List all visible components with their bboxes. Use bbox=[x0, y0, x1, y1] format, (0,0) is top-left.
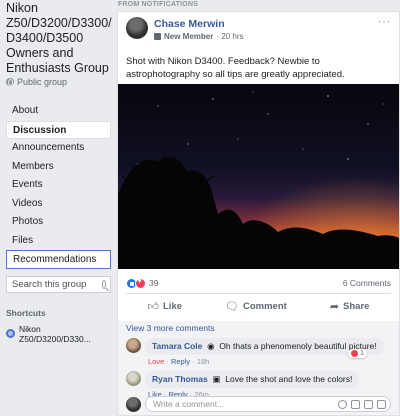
reply-link[interactable]: Reply bbox=[171, 357, 190, 366]
group-icon bbox=[6, 329, 15, 338]
nav-discussion[interactable]: Discussion bbox=[6, 120, 111, 139]
reaction-summary[interactable]: 39 6 Comments bbox=[126, 277, 391, 289]
shortcut-label: Nikon Z50/D3200/D330... bbox=[19, 323, 91, 344]
comment-reaction-count: 1 bbox=[360, 350, 364, 357]
reaction-count[interactable]: 39 bbox=[149, 278, 158, 288]
nav-photos[interactable]: Photos bbox=[6, 213, 111, 232]
globe-icon bbox=[6, 78, 14, 86]
author-block: Chase Merwin New Member · 20 hrs bbox=[154, 18, 243, 44]
group-search-input[interactable] bbox=[12, 278, 98, 290]
write-comment-box[interactable] bbox=[145, 396, 391, 412]
member-badge-icon: ◉ bbox=[204, 341, 217, 351]
nav-about[interactable]: About bbox=[6, 102, 111, 121]
post-photo[interactable] bbox=[118, 84, 399, 269]
divider bbox=[126, 293, 391, 294]
post-card: Chase Merwin New Member · 20 hrs ··· Sho… bbox=[117, 11, 400, 416]
camera-icon[interactable] bbox=[351, 399, 360, 409]
group-title[interactable]: Nikon Z50/D3200/D3300/ D3400/D3500 Owner… bbox=[6, 0, 112, 76]
view-more-comments[interactable]: View 3 more comments bbox=[126, 323, 391, 333]
comment-text: Love the shot and love the colors! bbox=[225, 374, 353, 384]
comment-button[interactable]: 🗨︎ Comment bbox=[225, 300, 287, 313]
nav-events[interactable]: Events bbox=[6, 176, 111, 195]
author-meta: New Member · 20 hrs bbox=[154, 32, 243, 41]
new-member-badge-icon bbox=[154, 33, 161, 40]
post-actions: 👍︎ Like 🗨︎ Comment ➦ Share bbox=[126, 296, 391, 316]
author-avatar[interactable] bbox=[126, 17, 148, 39]
shortcuts-heading: Shortcuts bbox=[6, 307, 46, 318]
comment-meta: Love · Reply · 18h bbox=[148, 357, 210, 366]
nav-announcements[interactable]: Announcements bbox=[6, 139, 111, 158]
commenter-name[interactable]: Ryan Thomas bbox=[152, 374, 208, 384]
group-type-label: Public group bbox=[17, 77, 68, 87]
comment-label: Comment bbox=[243, 300, 287, 312]
current-user-avatar bbox=[126, 396, 141, 412]
comment-bubble: Ryan Thomas ▣ Love the shot and love the… bbox=[145, 371, 360, 388]
speech-bubble-icon: 🗨︎ bbox=[225, 300, 239, 313]
post-header: Chase Merwin New Member · 20 hrs ··· bbox=[118, 12, 399, 44]
commenter-avatar[interactable] bbox=[126, 371, 141, 386]
love-reaction-icon bbox=[351, 350, 359, 357]
feed-column: FROM NOTIFICATIONS Chase Merwin New Memb… bbox=[117, 0, 400, 416]
love-link[interactable]: Love bbox=[148, 357, 164, 366]
night-sky-photo bbox=[118, 84, 399, 269]
comment-input[interactable] bbox=[153, 399, 334, 409]
nav-files[interactable]: Files bbox=[6, 232, 111, 251]
author-name[interactable]: Chase Merwin bbox=[154, 18, 243, 30]
commenter-avatar[interactable] bbox=[126, 338, 141, 353]
thumbs-up-icon: 👍︎ bbox=[147, 300, 160, 313]
commenter-name[interactable]: Tamara Cole bbox=[152, 341, 202, 351]
share-arrow-icon: ➦ bbox=[329, 300, 340, 313]
search-icon[interactable] bbox=[102, 279, 106, 289]
comments-count[interactable]: 6 Comments bbox=[343, 278, 391, 288]
sticker-icon[interactable] bbox=[377, 399, 386, 409]
group-type: Public group bbox=[6, 77, 111, 87]
love-reaction-icon bbox=[135, 277, 146, 289]
comments-section: View 3 more comments Tamara Cole ◉ Oh th… bbox=[118, 321, 399, 415]
nav-members[interactable]: Members bbox=[6, 158, 111, 177]
post-text: Shot with Nikon D3400. Feedback? Newbie … bbox=[126, 56, 345, 80]
share-label: Share bbox=[343, 300, 370, 312]
comment-item: Tamara Cole ◉ Oh thats a phenomenoly bea… bbox=[126, 338, 391, 366]
member-badge: New Member bbox=[164, 32, 214, 41]
share-button[interactable]: ➦ Share bbox=[330, 300, 370, 313]
group-sidebar: Nikon Z50/D3200/D3300/ D3400/D3500 Owner… bbox=[0, 0, 117, 416]
member-badge-icon: ▣ bbox=[210, 374, 223, 384]
gif-icon[interactable] bbox=[364, 399, 373, 409]
shortcut-item[interactable]: Nikon Z50/D3200/D330... bbox=[6, 324, 111, 344]
group-nav: About Discussion Announcements Members E… bbox=[6, 102, 111, 269]
comment-reaction-badge[interactable]: 1 bbox=[348, 349, 367, 358]
post-time[interactable]: 20 hrs bbox=[221, 32, 243, 41]
emoji-icon[interactable] bbox=[338, 399, 347, 409]
more-options-icon[interactable]: ··· bbox=[378, 15, 392, 27]
nav-recommendations[interactable]: Recommendations bbox=[6, 250, 111, 269]
section-label: FROM NOTIFICATIONS bbox=[118, 1, 199, 8]
like-label: Like bbox=[163, 300, 183, 312]
group-search[interactable] bbox=[6, 275, 111, 293]
nav-videos[interactable]: Videos bbox=[6, 195, 111, 214]
comment-time[interactable]: 18h bbox=[197, 357, 210, 366]
like-button[interactable]: 👍︎ Like bbox=[148, 300, 183, 313]
write-comment-row bbox=[126, 395, 391, 413]
